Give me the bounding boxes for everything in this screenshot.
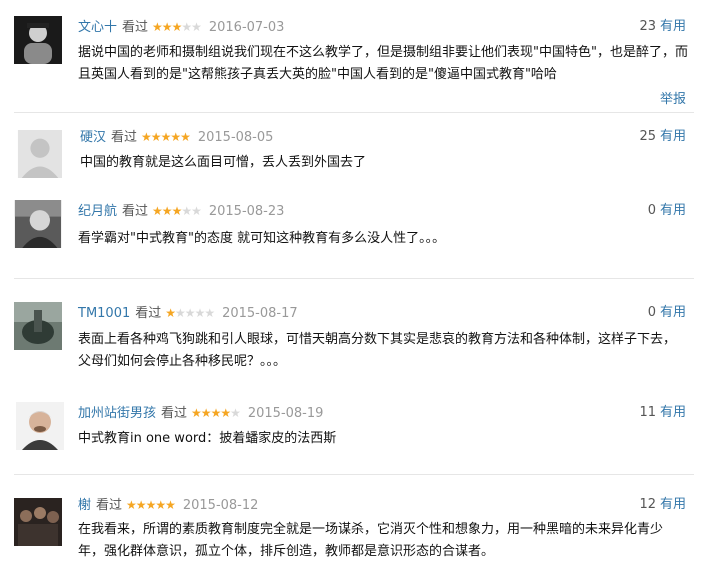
star-filled-icon: ★: [161, 20, 173, 34]
review-text: 在我看来，所谓的素质教育制度完全就是一场谋杀，它消灭个性和想象力，用一种黑暗的未…: [78, 522, 664, 559]
review-date: 2015-08-17: [222, 306, 298, 321]
watched-status: 看过: [96, 498, 123, 513]
star-filled-icon: ★: [152, 20, 163, 34]
useful-vote[interactable]: 23 有用: [639, 16, 686, 38]
useful-button[interactable]: 有用: [660, 129, 686, 144]
watched-status: 看过: [135, 306, 162, 321]
star-empty-icon: ★: [184, 306, 196, 320]
divider: [14, 112, 694, 113]
review-meta: 文心十 看过 ★★★★★ 2016-07-03: [78, 16, 284, 38]
review-text: 表面上看各种鸡飞狗跳和引人眼球，可惜天朝高分数下其实是悲哀的教育方法和各种体制，…: [78, 332, 677, 369]
useful-count: 11: [639, 405, 656, 420]
star-filled-icon: ★: [180, 130, 191, 144]
username-link[interactable]: 硬汉: [80, 130, 106, 145]
useful-vote[interactable]: 11 有用: [639, 402, 686, 424]
useful-button[interactable]: 有用: [660, 405, 686, 420]
username-link[interactable]: 纪月航: [78, 204, 117, 219]
rating-stars: ★★★★★: [191, 406, 241, 420]
rating-stars: ★★★★★: [165, 306, 215, 320]
star-empty-icon: ★: [204, 306, 215, 320]
review-meta: 纪月航 看过 ★★★★★ 2015-08-23: [78, 200, 284, 222]
star-filled-icon: ★: [171, 20, 183, 34]
useful-count: 12: [639, 497, 656, 512]
star-filled-icon: ★: [126, 498, 137, 512]
star-filled-icon: ★: [141, 130, 152, 144]
star-empty-icon: ★: [230, 406, 241, 420]
star-empty-icon: ★: [194, 306, 206, 320]
divider: [14, 474, 694, 475]
username-link[interactable]: 榭: [78, 498, 91, 513]
rating-stars: ★★★★★: [152, 204, 202, 218]
star-filled-icon: ★: [155, 498, 166, 512]
watched-status: 看过: [161, 406, 188, 421]
review-meta: 硬汉 看过 ★★★★★ 2015-08-05: [80, 126, 273, 148]
review-date: 2015-08-23: [208, 204, 285, 219]
star-filled-icon: ★: [200, 406, 212, 420]
useful-button[interactable]: 有用: [660, 497, 686, 512]
star-filled-icon: ★: [210, 406, 222, 420]
review-date: 2016-07-03: [208, 20, 285, 35]
star-empty-icon: ★: [191, 204, 202, 218]
review-text: 看学霸对"中式教育"的态度 就可知这种教育有多么没人性了。。。: [78, 231, 446, 246]
watched-status: 看过: [122, 204, 149, 219]
watched-status: 看过: [111, 130, 138, 145]
review-text: 据说中国的老师和摄制组说我们现在不这么教学了，但是摄制组非要让他们表现"中国特色…: [78, 45, 688, 82]
star-filled-icon: ★: [145, 498, 157, 512]
useful-button[interactable]: 有用: [660, 305, 686, 320]
star-empty-icon: ★: [191, 20, 202, 34]
review-text: 中国的教育就是这么面目可憎，丢人丢到外国去了: [80, 155, 367, 170]
divider: [14, 278, 694, 279]
star-filled-icon: ★: [152, 204, 163, 218]
useful-count: 25: [639, 129, 656, 144]
star-filled-icon: ★: [165, 498, 176, 512]
star-filled-icon: ★: [135, 498, 147, 512]
star-empty-icon: ★: [181, 20, 192, 34]
avatar[interactable]: [16, 130, 62, 180]
star-filled-icon: ★: [191, 406, 202, 420]
review-date: 2015-08-19: [247, 406, 324, 421]
review-meta: 榭看过 ★★★★★ 2015-08-12: [78, 494, 258, 516]
comment-list: 文心十 看过 ★★★★★ 2016-07-03 23 有用 据说中国的老师和摄制组说我们…: [0, 0, 708, 583]
avatar[interactable]: [14, 16, 62, 64]
review-text: 中式教育in one word：披着蟠家皮的法西斯: [78, 431, 337, 446]
star-filled-icon: ★: [160, 130, 172, 144]
rating-stars: ★★★★★: [126, 498, 176, 512]
useful-vote[interactable]: 25 有用: [639, 126, 686, 148]
username-link[interactable]: TM1001: [78, 306, 130, 321]
useful-vote[interactable]: 0 有用: [648, 302, 686, 324]
star-filled-icon: ★: [170, 130, 181, 144]
useful-vote[interactable]: 0 有用: [648, 200, 686, 222]
star-filled-icon: ★: [171, 204, 183, 218]
star-empty-icon: ★: [175, 306, 186, 320]
report-link[interactable]: 举报: [660, 88, 686, 107]
rating-stars: ★★★★★: [152, 20, 202, 34]
star-filled-icon: ★: [220, 406, 231, 420]
username-link[interactable]: 文心十: [78, 20, 117, 35]
star-empty-icon: ★: [181, 204, 192, 218]
review-date: 2015-08-12: [182, 498, 259, 513]
useful-vote[interactable]: 12 有用: [639, 494, 686, 516]
avatar[interactable]: [14, 302, 62, 350]
useful-count: 23: [639, 19, 656, 34]
avatar[interactable]: [16, 402, 64, 450]
useful-button[interactable]: 有用: [660, 203, 686, 218]
star-filled-icon: ★: [165, 306, 176, 320]
review-meta: TM1001 看过 ★★★★★ 2015-08-17: [78, 302, 298, 324]
useful-count: 0: [647, 305, 656, 320]
star-filled-icon: ★: [150, 130, 162, 144]
useful-button[interactable]: 有用: [660, 19, 686, 34]
rating-stars: ★★★★★: [141, 130, 191, 144]
review-meta: 加州站街男孩 看过 ★★★★★ 2015-08-19: [78, 402, 323, 424]
star-filled-icon: ★: [161, 204, 173, 218]
avatar[interactable]: [14, 200, 64, 252]
username-link[interactable]: 加州站街男孩: [78, 406, 156, 421]
avatar[interactable]: [14, 498, 62, 546]
review-date: 2015-08-05: [197, 130, 274, 145]
useful-count: 0: [647, 203, 656, 218]
watched-status: 看过: [122, 20, 149, 35]
